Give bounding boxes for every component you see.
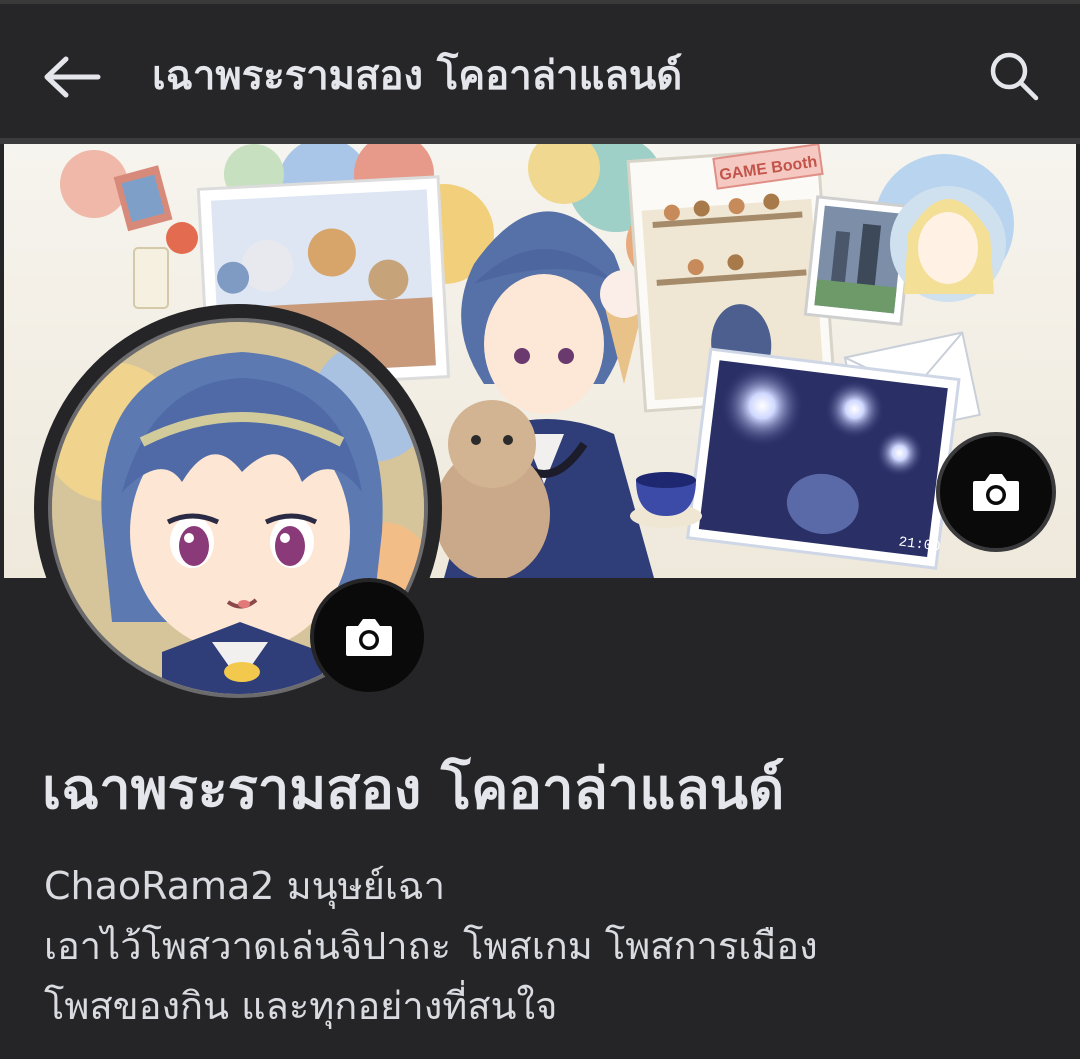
profile-name: เฉาพระรามสอง โคอาล่าแลนด์ xyxy=(42,757,785,822)
search-icon xyxy=(990,52,1039,101)
search-button[interactable] xyxy=(984,46,1044,106)
arrow-left-icon xyxy=(44,56,101,98)
bio-line: โพสของกิน และทุกอย่างที่สนใจ xyxy=(44,984,558,1028)
bio-line: ChaoRama2 มนุษย์เฉา xyxy=(44,864,446,908)
top-bar: เฉาพระรามสอง โคอาล่าแลนด์ xyxy=(0,0,1080,138)
camera-icon xyxy=(973,474,1019,511)
page-title: เฉาพระรามสอง โคอาล่าแลนด์ xyxy=(152,53,683,99)
camera-icon xyxy=(346,619,392,656)
change-profile-picture-button[interactable] xyxy=(310,578,428,696)
change-cover-button[interactable] xyxy=(936,432,1056,552)
bio-line: เอาไว้โพสวาดเล่นจิปาถะ โพสเกม โพสการเมือ… xyxy=(44,924,818,968)
back-button[interactable] xyxy=(34,44,110,110)
profile-bio: ChaoRama2 มนุษย์เฉา เอาไว้โพสวาดเล่นจิปา… xyxy=(44,856,1044,1036)
